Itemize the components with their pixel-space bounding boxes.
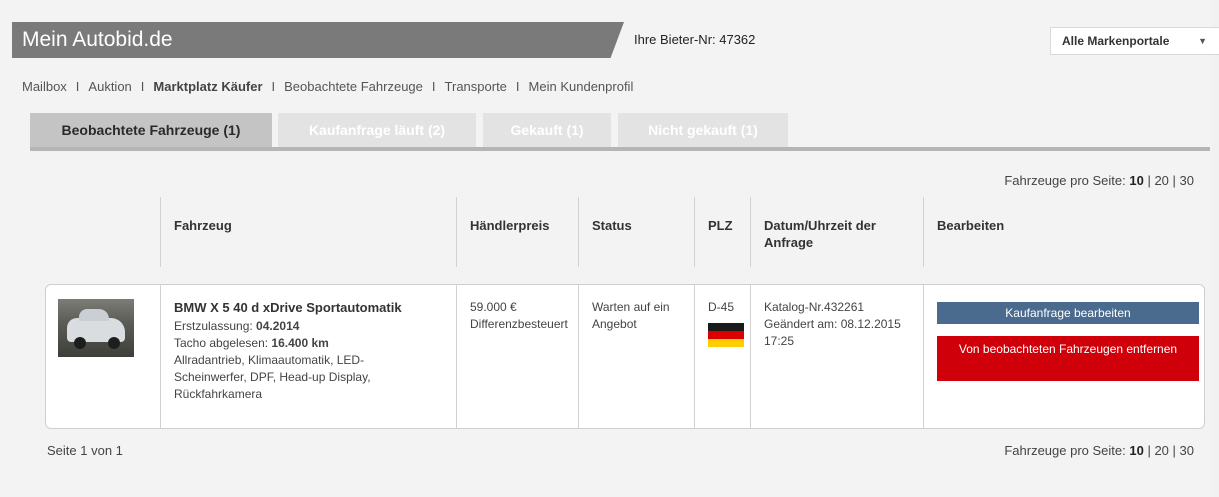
per-page-selector-bottom: Fahrzeuge pro Seite: 10 | 20 | 30 bbox=[1004, 443, 1194, 458]
nav-item-kundenprofil[interactable]: Mein Kundenprofil bbox=[529, 79, 634, 94]
nav-item-marktplatz-kaeufer[interactable]: Marktplatz Käufer bbox=[153, 79, 262, 94]
wheel-shape bbox=[74, 337, 86, 349]
wheel-shape bbox=[108, 337, 120, 349]
status-text: Warten auf ein Angebot bbox=[592, 300, 670, 331]
registration-value: 04.2014 bbox=[256, 319, 300, 333]
column-header-fahrzeug: Fahrzeug bbox=[160, 197, 456, 267]
price-cell: 59.000 € Differenzbesteuert bbox=[456, 285, 578, 428]
tab-underline bbox=[30, 147, 1210, 151]
per-page-label: Fahrzeuge pro Seite: bbox=[1004, 443, 1126, 458]
price-value: 59.000 € bbox=[470, 300, 517, 314]
nav-separator: I bbox=[515, 79, 520, 94]
registration-line: Erstzulassung: 04.2014 bbox=[174, 318, 456, 335]
remove-from-watchlist-button[interactable]: Von beobachteten Fahrzeugen entfernen bbox=[937, 336, 1199, 381]
nav-item-mailbox[interactable]: Mailbox bbox=[22, 79, 67, 94]
column-header-haendlerpreis: Händlerpreis bbox=[456, 197, 578, 267]
page-container: Mein Autobid.de Ihre Bieter-Nr: 47362 Al… bbox=[0, 0, 1219, 497]
vehicle-thumbnail[interactable] bbox=[58, 299, 134, 357]
edit-request-button[interactable]: Kaufanfrage bearbeiten bbox=[937, 302, 1199, 324]
tab-kaufanfrage-laeuft[interactable]: Kaufanfrage läuft (2) bbox=[278, 113, 476, 147]
actions-cell: Kaufanfrage bearbeiten Von beobachteten … bbox=[923, 285, 1204, 428]
germany-flag-icon bbox=[708, 323, 744, 347]
tab-gekauft[interactable]: Gekauft (1) bbox=[483, 113, 611, 147]
top-bar: Mein Autobid.de Ihre Bieter-Nr: 47362 Al… bbox=[12, 22, 1219, 58]
page-shadow: Mein Autobid.de Ihre Bieter-Nr: 47362 Al… bbox=[0, 0, 1219, 497]
column-header-plz: PLZ bbox=[694, 197, 750, 267]
mileage-line: Tacho abgelesen: 16.400 km bbox=[174, 335, 456, 352]
nav-separator: I bbox=[431, 79, 436, 94]
vehicle-cell: BMW X 5 40 d xDrive Sportautomatik Erstz… bbox=[160, 285, 456, 428]
per-page-option-10[interactable]: 10 bbox=[1129, 173, 1143, 188]
page-info: Seite 1 von 1 bbox=[47, 443, 123, 458]
portal-select-value: Alle Markenportale bbox=[1062, 34, 1170, 48]
main-nav: Mailbox I Auktion I Marktplatz Käufer I Beobac… bbox=[22, 79, 633, 94]
per-page-selector-top: Fahrzeuge pro Seite: 10 | 20 | 30 bbox=[1004, 173, 1194, 188]
nav-item-beobachtete-fahrzeuge[interactable]: Beobachtete Fahrzeuge bbox=[284, 79, 423, 94]
per-page-option-20[interactable]: 20 bbox=[1154, 443, 1168, 458]
column-header-datum: Datum/Uhrzeit der Anfrage bbox=[750, 197, 923, 267]
per-page-option-30[interactable]: 30 bbox=[1180, 443, 1194, 458]
mileage-label: Tacho abgelesen: bbox=[174, 336, 269, 350]
column-header-bearbeiten: Bearbeiten bbox=[923, 197, 1206, 267]
tab-beobachtete-fahrzeuge[interactable]: Beobachtete Fahrzeuge (1) bbox=[30, 113, 272, 151]
table-row: BMW X 5 40 d xDrive Sportautomatik Erstz… bbox=[45, 284, 1205, 429]
vehicle-title[interactable]: BMW X 5 40 d xDrive Sportautomatik bbox=[174, 299, 456, 316]
table-header: Fahrzeug Händlerpreis Status PLZ Datum/U… bbox=[46, 197, 1206, 267]
changed-date: Geändert am: 08.12.2015 17:25 bbox=[764, 317, 901, 348]
plz-cell: D-45 bbox=[694, 285, 750, 428]
per-page-label: Fahrzeuge pro Seite: bbox=[1004, 173, 1126, 188]
mileage-value: 16.400 km bbox=[271, 336, 329, 350]
registration-label: Erstzulassung: bbox=[174, 319, 253, 333]
tab-bar: Beobachtete Fahrzeuge (1) Kaufanfrage lä… bbox=[30, 113, 1210, 151]
date-cell: Katalog-Nr.432261 Geändert am: 08.12.201… bbox=[750, 285, 923, 428]
nav-item-auktion[interactable]: Auktion bbox=[88, 79, 131, 94]
nav-separator: I bbox=[140, 79, 145, 94]
column-header-status: Status bbox=[578, 197, 694, 267]
per-page-option-30[interactable]: 30 bbox=[1180, 173, 1194, 188]
vehicle-features: Allradantrieb, Klimaautomatik, LED-Schei… bbox=[174, 353, 371, 401]
portal-select[interactable]: Alle Markenportale ▼ bbox=[1050, 27, 1219, 55]
per-page-option-20[interactable]: 20 bbox=[1154, 173, 1168, 188]
nav-separator: I bbox=[75, 79, 80, 94]
bidder-number: Ihre Bieter-Nr: 47362 bbox=[634, 32, 756, 47]
brand-title: Mein Autobid.de bbox=[12, 22, 624, 58]
nav-item-transporte[interactable]: Transporte bbox=[445, 79, 507, 94]
nav-separator: I bbox=[271, 79, 276, 94]
catalog-number: Katalog-Nr.432261 bbox=[764, 300, 865, 314]
status-cell: Warten auf ein Angebot bbox=[578, 285, 694, 428]
per-page-option-10[interactable]: 10 bbox=[1129, 443, 1143, 458]
tab-nicht-gekauft[interactable]: Nicht gekauft (1) bbox=[618, 113, 788, 147]
price-note: Differenzbesteuert bbox=[470, 317, 568, 331]
chevron-down-icon: ▼ bbox=[1198, 36, 1207, 46]
plz-value: D-45 bbox=[708, 300, 735, 314]
